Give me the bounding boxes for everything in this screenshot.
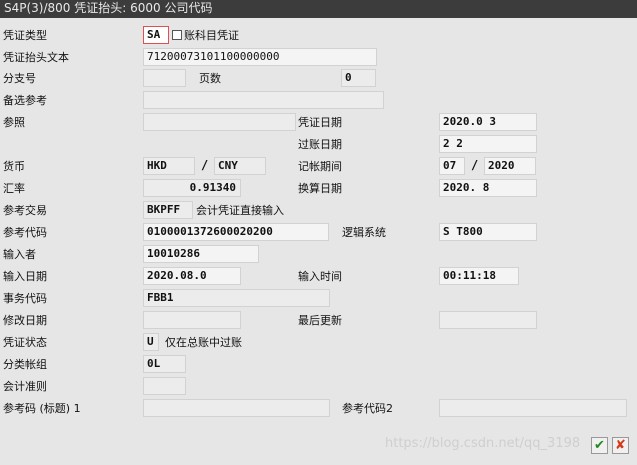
doc-header-text-label: 凭证抬头文本 <box>3 51 69 64</box>
change-date-field[interactable] <box>143 311 241 329</box>
accounting-principle-field[interactable] <box>143 377 186 395</box>
account-doc-label: 账科目凭证 <box>184 29 239 42</box>
entry-date-field[interactable]: 2020.08.0 <box>143 267 241 285</box>
ref-transaction-desc: 会计凭证直接输入 <box>196 204 284 217</box>
transaction-code-field[interactable]: FBB1 <box>143 289 330 307</box>
page-count-label: 页数 <box>199 72 221 85</box>
doc-date-field[interactable]: 2020.0 3 <box>439 113 537 131</box>
exchange-rate-label: 汇率 <box>3 182 25 195</box>
period-separator: / <box>471 158 479 172</box>
page-count-field[interactable]: 0 <box>341 69 376 87</box>
currency-label: 货币 <box>3 160 25 173</box>
doc-status-desc: 仅在总账中过账 <box>165 336 242 349</box>
entry-time-field[interactable]: 00:11:18 <box>439 267 519 285</box>
posting-date-field[interactable]: 2 2 <box>439 135 537 153</box>
ref-transaction-field[interactable]: BKPFF <box>143 201 193 219</box>
ref-code-field[interactable]: 0100001372600020200 <box>143 223 329 241</box>
entered-by-field[interactable]: 10010286 <box>143 245 259 263</box>
last-update-label: 最后更新 <box>298 314 342 327</box>
translation-date-label: 换算日期 <box>298 182 342 195</box>
currency2-field[interactable]: CNY <box>214 157 266 175</box>
currency-field[interactable]: HKD <box>143 157 195 175</box>
posting-period-label: 记帐期间 <box>298 160 342 173</box>
logical-system-label: 逻辑系统 <box>342 226 386 239</box>
posting-date-label: 过账日期 <box>298 138 342 151</box>
branch-no-field[interactable] <box>143 69 186 87</box>
doc-status-field[interactable]: U <box>143 333 159 351</box>
last-update-field[interactable] <box>439 311 537 329</box>
doc-type-field[interactable]: SA <box>143 26 169 44</box>
exchange-rate-field[interactable]: 0.91340 <box>143 179 241 197</box>
doc-type-label: 凭证类型 <box>3 29 47 42</box>
period-field[interactable]: 07 <box>439 157 465 175</box>
ref-key-header1-label: 参考码 (标题) 1 <box>3 402 81 415</box>
alt-ref-label: 备选参考 <box>3 94 47 107</box>
reference-label: 参照 <box>3 116 25 129</box>
doc-date-label: 凭证日期 <box>298 116 342 129</box>
currency-separator: / <box>201 158 209 172</box>
check-icon: ✔ <box>594 438 605 453</box>
ref-key2-label: 参考代码2 <box>342 402 393 415</box>
confirm-button[interactable]: ✔ <box>591 437 608 454</box>
entry-time-label: 输入时间 <box>298 270 342 283</box>
entered-by-label: 输入者 <box>3 248 36 261</box>
window-title: S4P(3)/800 凭证抬头: 6000 公司代码 <box>0 0 637 18</box>
ref-code-label: 参考代码 <box>3 226 47 239</box>
fiscal-year-field[interactable]: 2020 <box>484 157 536 175</box>
ledger-group-label: 分类帐组 <box>3 358 47 371</box>
change-date-label: 修改日期 <box>3 314 47 327</box>
entry-date-label: 输入日期 <box>3 270 47 283</box>
ref-transaction-label: 参考交易 <box>3 204 47 217</box>
ref-key2-field[interactable] <box>439 399 627 417</box>
watermark-text: https://blog.csdn.net/qq_3198 <box>385 436 581 451</box>
branch-no-label: 分支号 <box>3 72 36 85</box>
doc-header-text-field[interactable]: 71200073101100000000 <box>143 48 377 66</box>
ledger-group-field[interactable]: 0L <box>143 355 186 373</box>
cancel-button[interactable]: ✘ <box>612 437 629 454</box>
logical-system-field[interactable]: S T800 <box>439 223 537 241</box>
cancel-icon: ✘ <box>615 438 626 453</box>
ref-key-header1-field[interactable] <box>143 399 330 417</box>
reference-field[interactable] <box>143 113 296 131</box>
account-doc-checkbox[interactable] <box>172 30 182 40</box>
transaction-code-label: 事务代码 <box>3 292 47 305</box>
doc-status-label: 凭证状态 <box>3 336 47 349</box>
alt-ref-field[interactable] <box>143 91 384 109</box>
translation-date-field[interactable]: 2020. 8 <box>439 179 537 197</box>
accounting-principle-label: 会计准则 <box>3 380 47 393</box>
